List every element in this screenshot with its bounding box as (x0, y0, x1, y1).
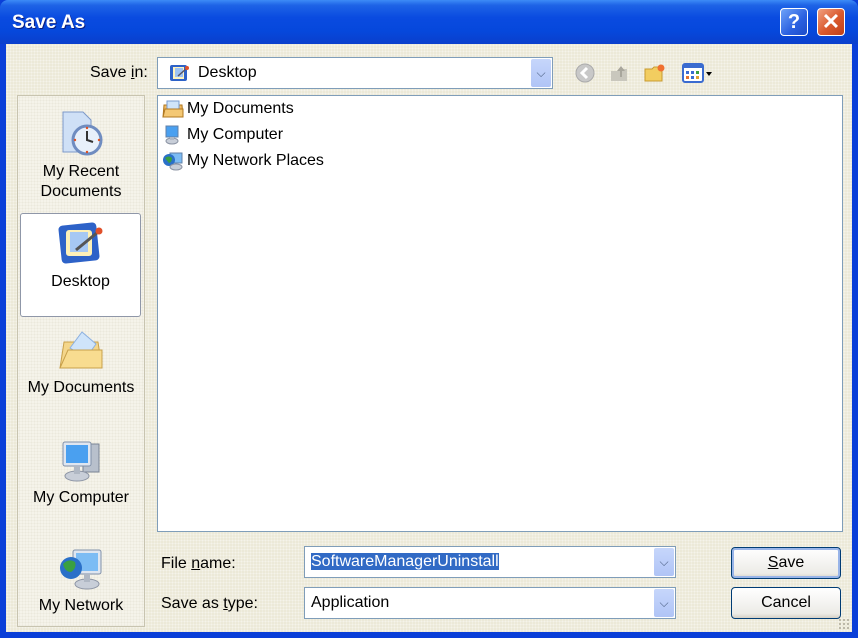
selected-text: SoftwareManagerUninstall (311, 553, 499, 570)
file-list[interactable]: My Documents My Computer My Network Plac… (157, 95, 843, 532)
place-my-network[interactable]: My Network (18, 546, 144, 616)
save-in-label: Save in: (90, 64, 148, 82)
label-text: n: (134, 64, 148, 81)
file-name: My Computer (187, 126, 284, 143)
list-item[interactable]: My Documents (162, 98, 294, 120)
save-button[interactable]: Save (731, 547, 841, 579)
place-label: My Computer (32, 489, 130, 506)
list-item[interactable]: My Computer (162, 124, 283, 146)
button-label: ave (778, 554, 805, 571)
place-label: My Recent (42, 163, 120, 180)
place-label: My Network (38, 597, 124, 614)
close-button[interactable]: ✕ (817, 8, 845, 36)
save-as-type-dropdown[interactable]: Application ⌵ (304, 587, 676, 619)
chevron-down-icon[interactable]: ⌵ (654, 548, 674, 576)
place-label: Documents (40, 183, 122, 200)
title-bar[interactable]: Save As ? ✕ (0, 0, 858, 44)
new-folder-icon[interactable] (642, 61, 668, 85)
my-documents-icon (59, 331, 103, 369)
my-network-places-icon (163, 152, 183, 171)
save-as-dialog: Save As ? ✕ Save in: Desktop ⌵ My Recent… (0, 0, 858, 638)
dialog-title: Save As (12, 12, 86, 33)
up-folder-icon[interactable] (606, 61, 632, 85)
save-in-dropdown[interactable]: Desktop ⌵ (157, 57, 553, 89)
recent-documents-icon (62, 111, 103, 156)
cancel-button[interactable]: Cancel (731, 587, 841, 619)
label-accel: n (191, 555, 201, 572)
label-accel: S (767, 554, 779, 571)
label-text: ame: (200, 555, 236, 572)
place-desktop[interactable]: Desktop (20, 213, 141, 317)
place-label: Desktop (51, 273, 110, 290)
place-my-recent-documents[interactable]: My Recent Documents (18, 108, 144, 202)
label-text: File (161, 555, 192, 572)
place-my-documents[interactable]: My Documents (18, 328, 144, 398)
chevron-down-icon[interactable]: ⌵ (654, 589, 674, 617)
back-icon[interactable] (572, 61, 598, 85)
file-name-input[interactable]: SoftwareManagerUninstall ⌵ (304, 546, 676, 578)
label-text: Save as (161, 595, 224, 612)
my-network-icon (60, 549, 102, 590)
my-computer-icon (62, 441, 100, 482)
place-label: My Documents (27, 379, 135, 396)
list-item[interactable]: My Network Places (162, 150, 324, 172)
resize-grip[interactable] (838, 618, 850, 630)
my-computer-icon (165, 125, 179, 145)
file-name: My Network Places (187, 152, 324, 169)
desktop-icon (170, 65, 189, 81)
place-my-computer[interactable]: My Computer (18, 438, 144, 508)
label-text: Save (90, 64, 131, 81)
save-as-type-label: Save as type: (161, 595, 258, 613)
save-as-type-value: Application (311, 594, 390, 611)
my-documents-icon (162, 100, 184, 118)
places-bar: My Recent Documents Desktop My Documents… (17, 95, 145, 627)
save-in-value: Desktop (198, 64, 257, 81)
file-name: My Documents (187, 100, 294, 117)
file-name-value[interactable]: SoftwareManagerUninstall (311, 553, 499, 571)
chevron-down-icon[interactable]: ⌵ (531, 59, 551, 87)
file-name-label: File name: (161, 555, 236, 573)
desktop-icon (58, 222, 102, 264)
help-button[interactable]: ? (780, 8, 808, 36)
views-menu-icon[interactable] (680, 61, 714, 85)
dialog-client: Save in: Desktop ⌵ My Recent Documents D… (6, 44, 852, 632)
label-text: ype: (227, 595, 258, 612)
